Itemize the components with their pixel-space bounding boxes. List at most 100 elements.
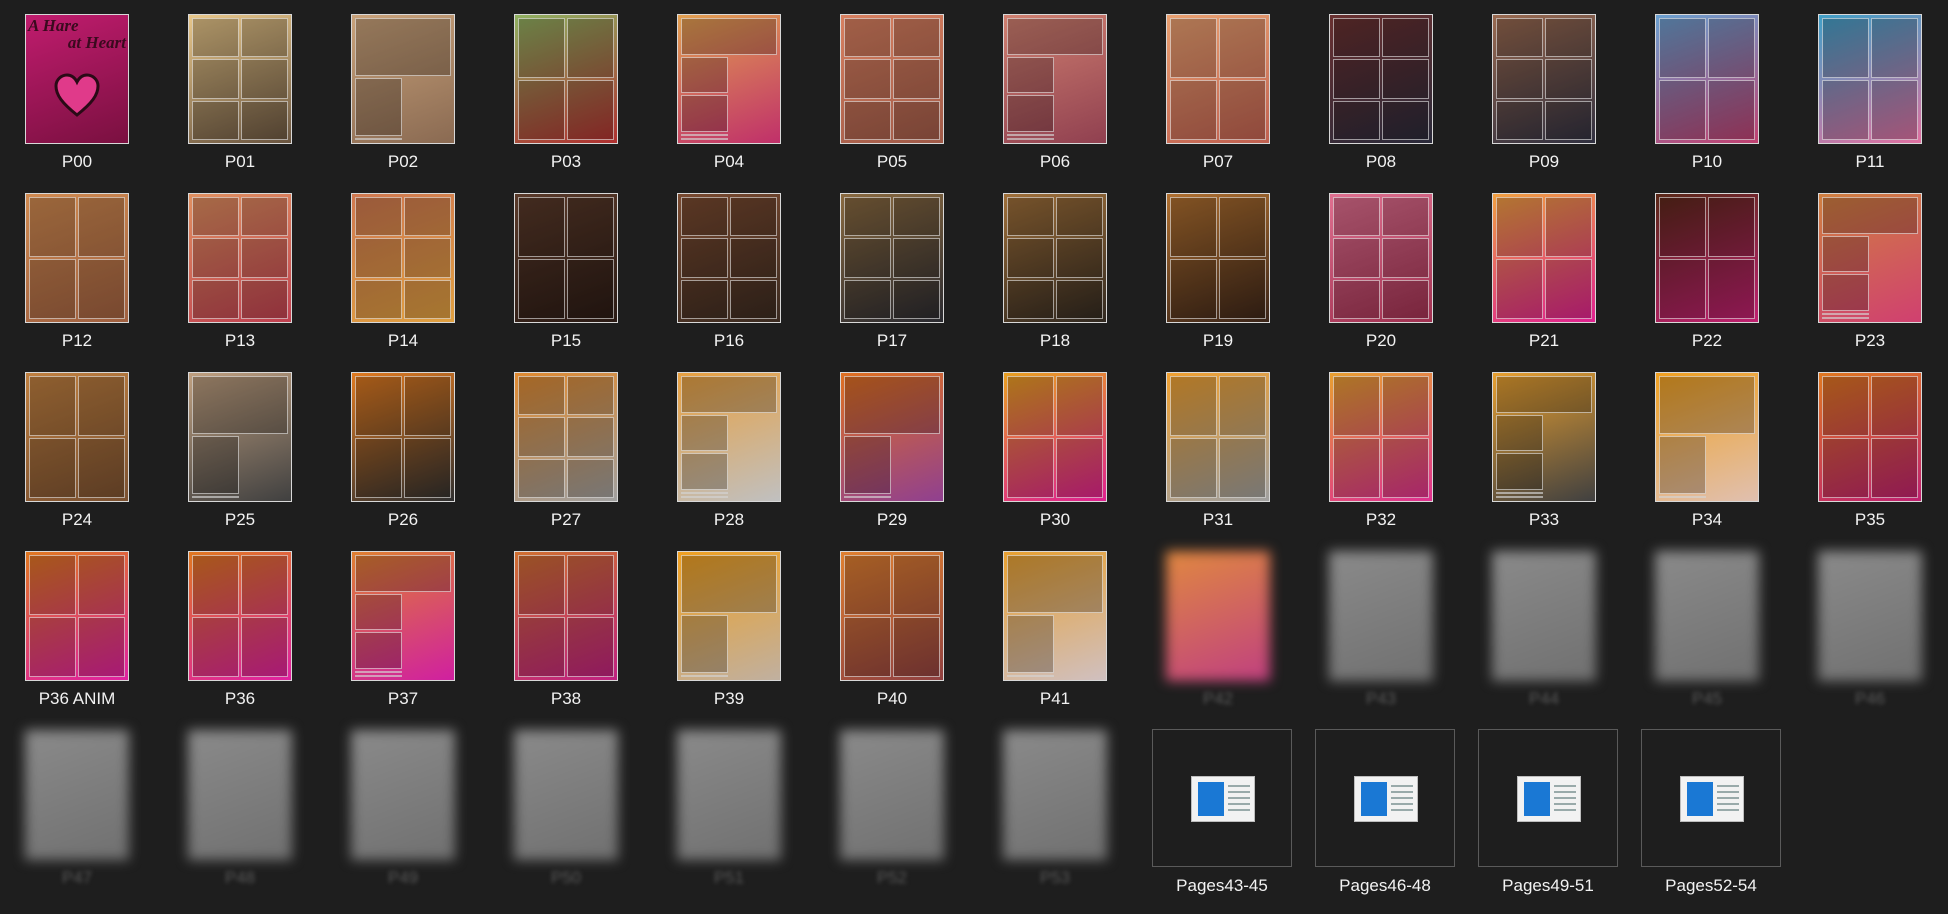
thumbnail-label: P32: [1365, 510, 1397, 529]
comic-panel: [518, 197, 565, 257]
comic-panel: [78, 197, 125, 257]
page-thumbnail[interactable]: P28: [654, 358, 794, 529]
page-thumbnail[interactable]: P25: [165, 358, 305, 529]
page-thumbnail[interactable]: P45: [1632, 537, 1772, 708]
page-thumbnail[interactable]: P27: [491, 358, 631, 529]
page-thumbnail[interactable]: P08: [1306, 0, 1446, 171]
page-thumbnail[interactable]: P37: [328, 537, 468, 708]
page-thumbnail[interactable]: P50: [491, 716, 631, 887]
comic-panel: [1007, 279, 1054, 319]
page-thumbnail[interactable]: P36 ANIM: [2, 537, 142, 708]
page-thumbnail[interactable]: P42: [1143, 537, 1283, 708]
thumbnail-image: [351, 372, 455, 502]
document-icon: [1354, 776, 1418, 822]
page-thumbnail[interactable]: P41: [980, 537, 1120, 708]
page-thumbnail[interactable]: P34: [1632, 358, 1772, 529]
comic-panel: [567, 18, 614, 78]
page-thumbnail[interactable]: P24: [2, 358, 142, 529]
comic-panel: [241, 18, 288, 58]
comic-panel: [730, 279, 777, 319]
thumbnail-label: P35: [1854, 510, 1886, 529]
page-thumbnail[interactable]: P05: [817, 0, 957, 171]
page-thumbnail[interactable]: P12: [2, 179, 142, 350]
page-thumbnail[interactable]: P33: [1469, 358, 1609, 529]
thumbnail-image: [1166, 14, 1270, 144]
file-item[interactable]: Pages49-51: [1478, 729, 1618, 897]
page-thumbnail[interactable]: P48: [165, 716, 305, 887]
page-thumbnail[interactable]: P23: [1795, 179, 1935, 350]
page-thumbnail[interactable]: P17: [817, 179, 957, 350]
page-thumbnail[interactable]: P40: [817, 537, 957, 708]
comic-panel: [844, 100, 891, 140]
comic-panel: [518, 617, 565, 677]
thumbnail-image: [840, 730, 944, 860]
page-thumbnail[interactable]: P06: [980, 0, 1120, 171]
page-thumbnail[interactable]: P11: [1795, 0, 1935, 171]
thumbnail-label: P39: [713, 689, 745, 708]
file-item[interactable]: Pages52-54: [1641, 729, 1781, 897]
page-thumbnail[interactable]: P30: [980, 358, 1120, 529]
page-thumbnail[interactable]: P16: [654, 179, 794, 350]
comic-panel: [1496, 259, 1543, 319]
page-thumbnail[interactable]: P53: [980, 716, 1120, 887]
comic-panel: [1822, 197, 1918, 234]
comic-panel: [1871, 438, 1918, 498]
page-thumbnail[interactable]: P29: [817, 358, 957, 529]
comic-panel: [893, 617, 940, 677]
thumbnail-label: P36 ANIM: [38, 689, 116, 708]
page-thumbnail[interactable]: P09: [1469, 0, 1609, 171]
page-thumbnail[interactable]: P44: [1469, 537, 1609, 708]
page-thumbnail[interactable]: P13: [165, 179, 305, 350]
page-thumbnail[interactable]: P14: [328, 179, 468, 350]
page-thumbnail[interactable]: P52: [817, 716, 957, 887]
page-thumbnail[interactable]: P31: [1143, 358, 1283, 529]
thumbnail-image: [1329, 193, 1433, 323]
comic-panel: [844, 376, 940, 434]
cover-title: A Hare at Heart: [28, 17, 126, 51]
comic-panel: [681, 496, 728, 498]
page-thumbnail[interactable]: P10: [1632, 0, 1772, 171]
page-thumbnail[interactable]: P47: [2, 716, 142, 887]
page-thumbnail[interactable]: P20: [1306, 179, 1446, 350]
page-thumbnail[interactable]: P04: [654, 0, 794, 171]
thumbnail-label: P41: [1039, 689, 1071, 708]
page-thumbnail[interactable]: P18: [980, 179, 1120, 350]
page-thumbnail[interactable]: P46: [1795, 537, 1935, 708]
thumbnail-image: [1655, 193, 1759, 323]
page-thumbnail[interactable]: P51: [654, 716, 794, 887]
comic-panel: [681, 138, 728, 140]
thumbnail-image: [25, 372, 129, 502]
page-thumbnail[interactable]: P26: [328, 358, 468, 529]
page-thumbnail[interactable]: P35: [1795, 358, 1935, 529]
page-thumbnail[interactable]: P21: [1469, 179, 1609, 350]
page-thumbnail[interactable]: P01: [165, 0, 305, 171]
comic-panel: [844, 238, 891, 278]
page-thumbnail[interactable]: P02: [328, 0, 468, 171]
comic-panel: [1708, 197, 1755, 257]
page-thumbnail[interactable]: P19: [1143, 179, 1283, 350]
comic-panel: [1219, 438, 1266, 498]
page-thumbnail[interactable]: P32: [1306, 358, 1446, 529]
file-item[interactable]: Pages46-48: [1315, 729, 1455, 897]
thumbnail-image: [1166, 551, 1270, 681]
comic-panel: [1007, 376, 1054, 436]
thumbnail-label: P26: [387, 510, 419, 529]
page-thumbnail[interactable]: P07: [1143, 0, 1283, 171]
page-thumbnail[interactable]: P15: [491, 179, 631, 350]
file-item[interactable]: Pages43-45: [1152, 729, 1292, 897]
page-thumbnail[interactable]: P22: [1632, 179, 1772, 350]
page-thumbnail[interactable]: P36: [165, 537, 305, 708]
page-thumbnail[interactable]: P43: [1306, 537, 1446, 708]
comic-panel: [567, 555, 614, 615]
comic-panel: [567, 617, 614, 677]
page-thumbnail[interactable]: A Hare at Heart P00: [2, 0, 142, 171]
file-label: Pages49-51: [1502, 876, 1594, 895]
comic-panel: [1007, 555, 1103, 613]
comic-panel: [1822, 313, 1869, 315]
page-thumbnail[interactable]: P49: [328, 716, 468, 887]
page-thumbnail[interactable]: P38: [491, 537, 631, 708]
comic-panel: [681, 675, 728, 677]
page-thumbnail[interactable]: P39: [654, 537, 794, 708]
page-thumbnail[interactable]: P03: [491, 0, 631, 171]
thumbnail-label: P21: [1528, 331, 1560, 350]
